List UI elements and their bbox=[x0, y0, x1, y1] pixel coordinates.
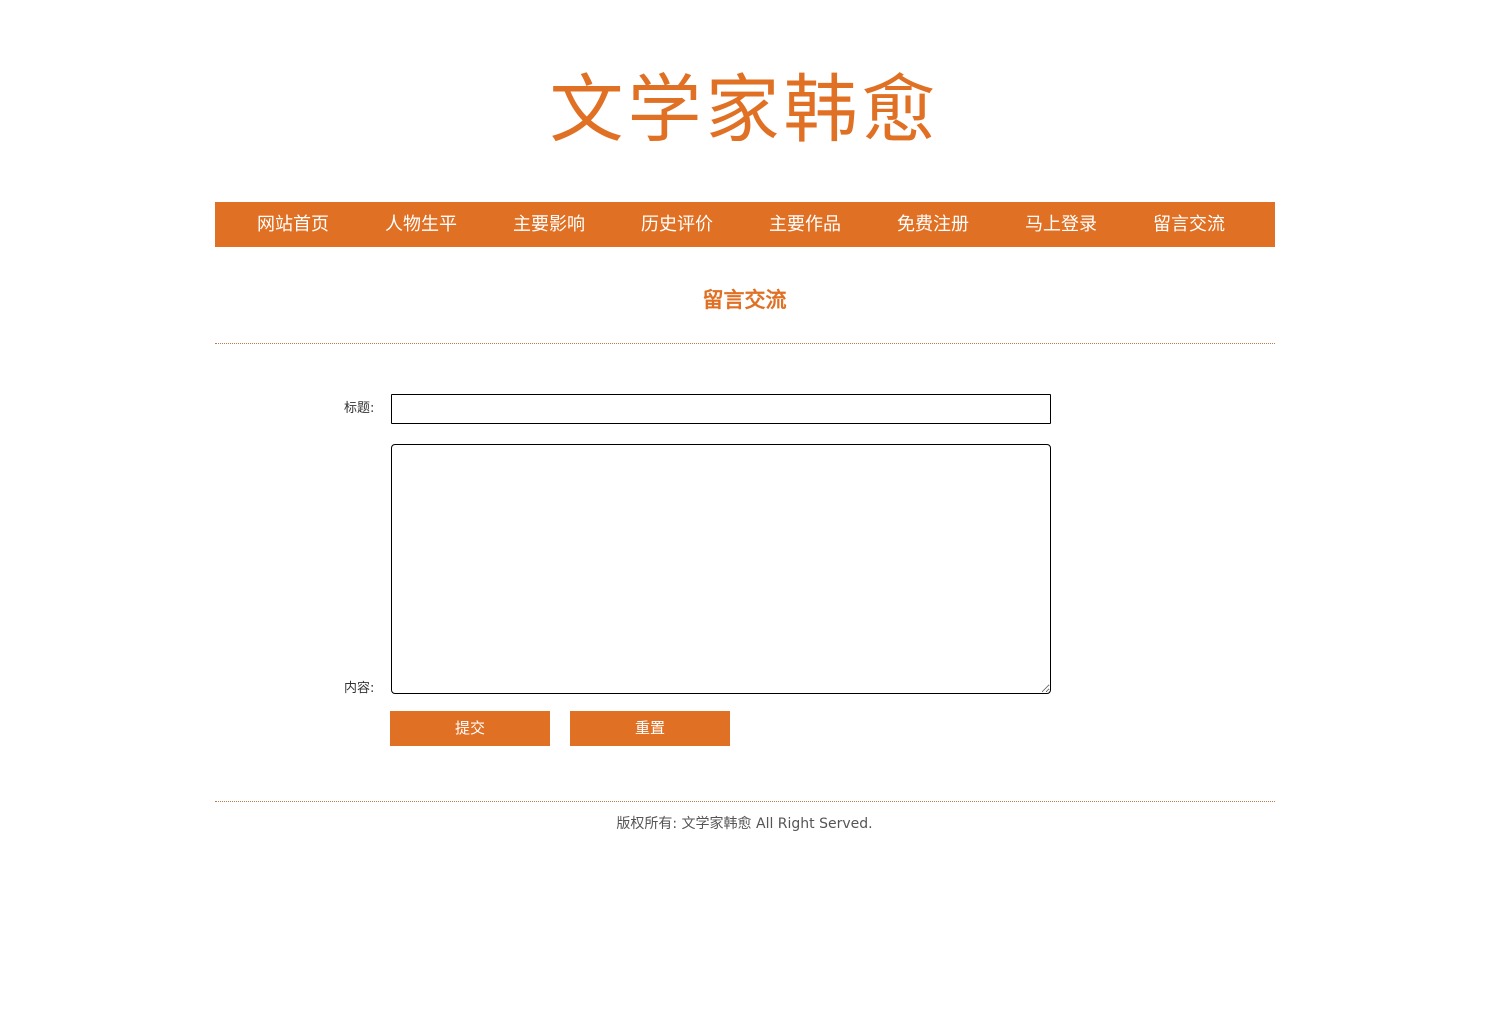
nav-item-biography[interactable]: 人物生平 bbox=[357, 202, 485, 247]
page-title: 留言交流 bbox=[702, 288, 787, 312]
nav-item-guestbook[interactable]: 留言交流 bbox=[1125, 202, 1253, 247]
nav-item-influence[interactable]: 主要影响 bbox=[485, 202, 613, 247]
nav-item-evaluation[interactable]: 历史评价 bbox=[613, 202, 741, 247]
bottom-divider bbox=[215, 801, 1275, 802]
nav-item-register[interactable]: 免费注册 bbox=[869, 202, 997, 247]
submit-button[interactable]: 提交 bbox=[390, 711, 550, 746]
page: 文学家韩愈 网站首页 人物生平 主要影响 历史评价 主要作品 免费注册 马上登录… bbox=[0, 0, 1489, 1026]
nav-item-home[interactable]: 网站首页 bbox=[229, 202, 357, 247]
footer-copyright: 版权所有: 文学家韩愈 All Right Served. bbox=[616, 816, 873, 832]
content-textarea[interactable] bbox=[391, 444, 1051, 694]
main-nav: 网站首页 人物生平 主要影响 历史评价 主要作品 免费注册 马上登录 留言交流 bbox=[215, 202, 1275, 247]
nav-item-login[interactable]: 马上登录 bbox=[997, 202, 1125, 247]
site-logo: 文学家韩愈 bbox=[549, 67, 940, 153]
reset-button[interactable]: 重置 bbox=[570, 711, 730, 746]
title-label: 标题: bbox=[344, 401, 375, 416]
top-divider bbox=[215, 343, 1275, 344]
content-label: 内容: bbox=[344, 681, 375, 696]
title-input[interactable] bbox=[391, 394, 1051, 424]
nav-item-works[interactable]: 主要作品 bbox=[741, 202, 869, 247]
